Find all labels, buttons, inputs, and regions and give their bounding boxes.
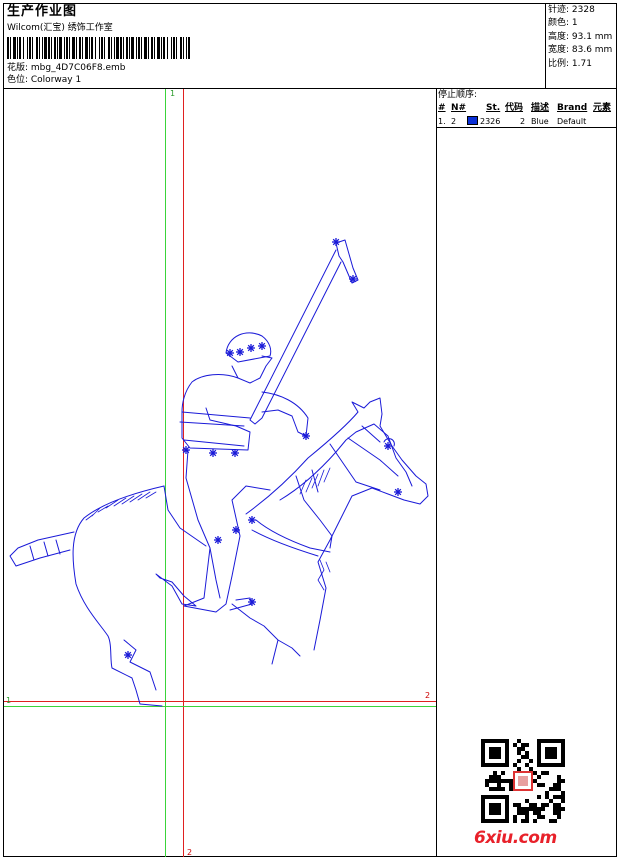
- stitch-stop-marker: [384, 442, 392, 450]
- stitch-stop-marker: [247, 344, 255, 352]
- stitch-stop-marker: [332, 238, 340, 246]
- stitch-stop-marker: [258, 342, 266, 350]
- brand-logo: 6xiu.com: [474, 828, 557, 848]
- stitch-stop-marker: [302, 432, 310, 440]
- stitch-stop-marker: [248, 598, 256, 606]
- stitch-stop-marker: [209, 449, 217, 457]
- stitch-stop-marker: [226, 349, 234, 357]
- stitch-stop-marker: [232, 526, 240, 534]
- qr-code: [481, 739, 565, 823]
- stitch-stop-marker: [124, 651, 132, 659]
- stitch-stop-marker: [248, 516, 256, 524]
- stitch-stop-marker: [214, 536, 222, 544]
- stitch-stop-marker: [231, 449, 239, 457]
- stitch-stop-marker: [182, 446, 190, 454]
- stitch-stop-marker: [236, 348, 244, 356]
- stitch-stop-marker: [349, 275, 357, 283]
- stitch-stops: [124, 238, 402, 659]
- stitch-stop-marker: [394, 488, 402, 496]
